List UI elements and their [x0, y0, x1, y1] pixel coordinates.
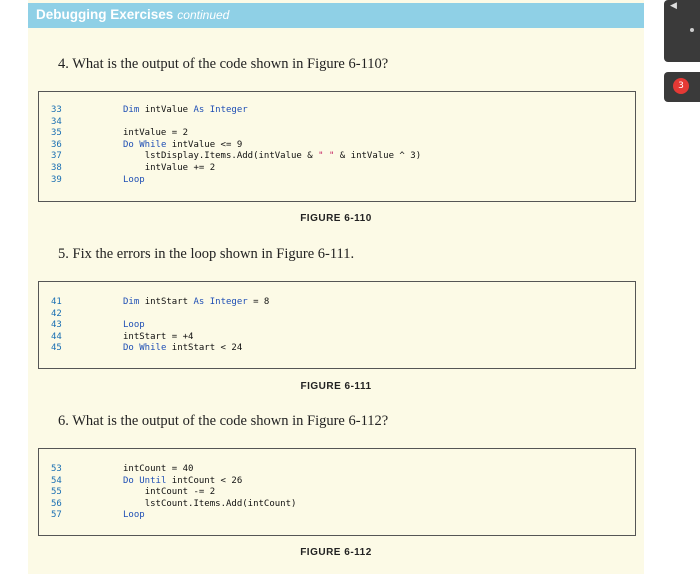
- line-number: 53: [51, 464, 62, 474]
- figure-caption-6-112: FIGURE 6-112: [300, 547, 372, 558]
- code-text: Do While intStart < 24: [123, 343, 243, 354]
- line-number: 56: [51, 498, 62, 509]
- code-text: lstCount.Items.Add(intCount): [144, 498, 297, 509]
- notification-badge[interactable]: 3: [673, 78, 689, 94]
- section-banner: Debugging Exercises continued: [28, 3, 644, 28]
- code-listing-6-110: 33 Dim intValue As Integer 34 35 intValue = …: [38, 91, 636, 202]
- code-text: Do Until intCount < 26: [123, 475, 243, 486]
- banner-subtitle: continued: [177, 8, 230, 22]
- line-number: 33: [51, 105, 62, 115]
- code-text: intCount -= 2: [144, 487, 216, 498]
- line-number: 35: [51, 128, 62, 139]
- notification-panel[interactable]: 3: [664, 72, 700, 102]
- code-text: intValue = 2: [123, 128, 189, 139]
- banner-title-text: Debugging Exercises: [36, 7, 174, 22]
- textbook-page: Debugging Exercises continued 4. What is …: [28, 0, 644, 574]
- code-text: Loop: [123, 510, 145, 521]
- code-text: Loop: [123, 174, 145, 185]
- line-number: 43: [51, 320, 62, 331]
- code-text: Loop: [123, 320, 145, 331]
- dot-icon: [690, 28, 694, 32]
- line-number: 34: [51, 116, 62, 127]
- question-4: 4. What is the output of the code shown …: [58, 56, 389, 72]
- side-toolbar[interactable]: ◀: [664, 0, 700, 62]
- code-listing-6-112: 53 intCount = 40 54 Do Until intCount < 26 5…: [38, 448, 636, 536]
- question-6: 6. What is the output of the code shown …: [58, 413, 389, 429]
- line-number: 55: [51, 487, 62, 498]
- code-text: Dim intValue As Integer: [123, 105, 248, 115]
- figure-caption-6-111: FIGURE 6-111: [300, 381, 372, 392]
- code-text: intValue += 2: [144, 163, 216, 173]
- banner-title: Debugging Exercises continued: [36, 7, 229, 22]
- line-number: 39: [51, 174, 62, 185]
- line-number: 45: [51, 343, 62, 354]
- line-number: 54: [51, 475, 62, 486]
- code-text: intCount = 40: [123, 464, 194, 474]
- line-number: 42: [51, 308, 62, 319]
- figure-caption-6-110: FIGURE 6-110: [300, 213, 372, 224]
- question-5: 5. Fix the errors in the loop shown in F…: [58, 246, 355, 262]
- line-number: 38: [51, 163, 62, 173]
- line-number: 41: [51, 297, 62, 307]
- line-number: 44: [51, 331, 62, 342]
- triangle-left-icon[interactable]: ◀: [670, 1, 677, 11]
- code-text: lstDisplay.Items.Add(intValue & " " & in…: [144, 151, 422, 162]
- code-text: intStart = +4: [123, 331, 194, 342]
- line-number: 36: [51, 139, 62, 150]
- code-text: Dim intStart As Integer = 8: [123, 297, 270, 307]
- code-text: Do While intValue <= 9: [123, 139, 243, 150]
- line-number: 57: [51, 510, 62, 521]
- line-number: 37: [51, 151, 62, 162]
- code-listing-6-111: 41 Dim intStart As Integer = 8 42 43 Loop 44 i…: [38, 281, 636, 369]
